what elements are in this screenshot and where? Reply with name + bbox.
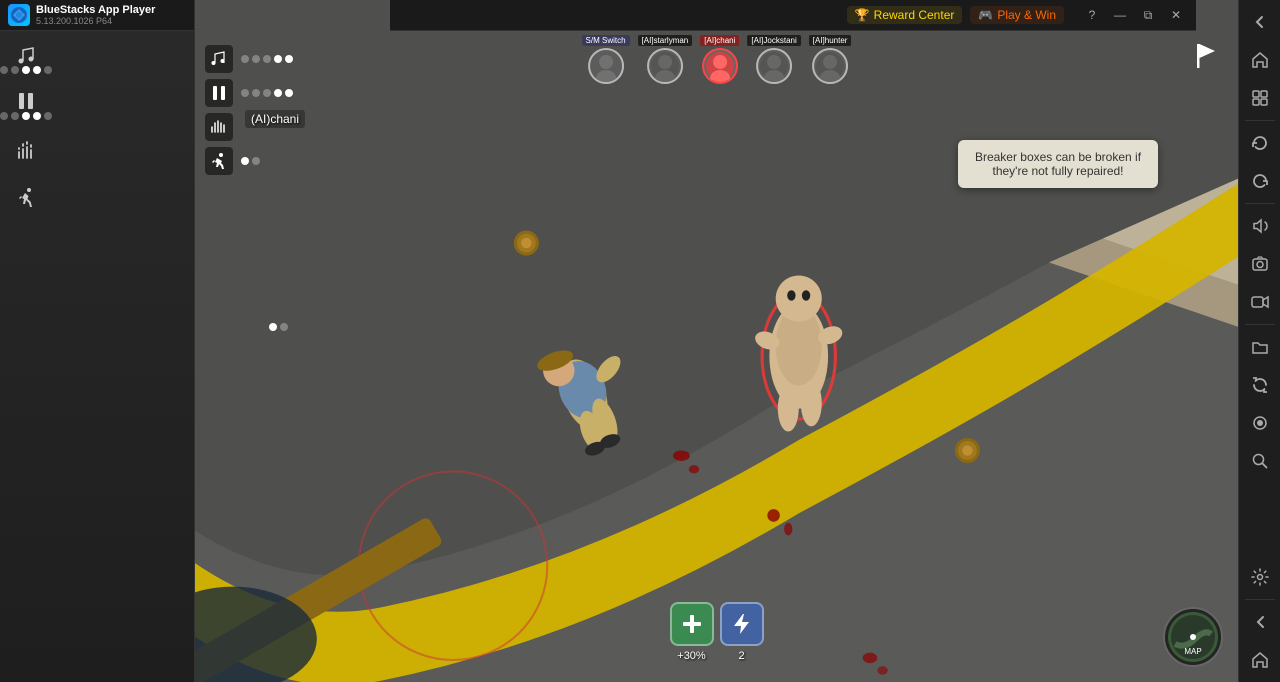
left-sidebar: BlueStacks App Player 5.13.200.1026 P64 [0, 0, 195, 682]
close-button[interactable]: ✕ [1164, 5, 1188, 25]
left-title-bar: BlueStacks App Player 5.13.200.1026 P64 [0, 0, 194, 31]
settings-button[interactable] [1242, 559, 1278, 595]
divider-2 [1245, 203, 1275, 204]
divider [1245, 120, 1275, 121]
help-button[interactable]: ? [1080, 5, 1104, 25]
run-button[interactable] [4, 175, 48, 219]
pause-dots [0, 112, 52, 120]
bluestacks-logo [8, 4, 30, 26]
nav-back-button[interactable] [1242, 4, 1278, 40]
app-version: 5.13.200.1026 P64 [36, 16, 155, 26]
dot [44, 66, 52, 74]
app-container: BlueStacks App Player 5.13.200.1026 P64 [0, 0, 1280, 682]
you-dots [269, 323, 288, 331]
reward-center-button[interactable]: 🏆 Reward Center [847, 6, 963, 24]
app-name: BlueStacks App Player 5.13.200.1026 P64 [36, 4, 155, 26]
dot [33, 66, 41, 74]
dot [44, 112, 52, 120]
pause-button[interactable] [4, 83, 48, 127]
play-win-button[interactable]: 🎮 Play & Win [970, 6, 1064, 24]
minimize-button[interactable]: — [1108, 5, 1132, 25]
search-button[interactable] [1242, 443, 1278, 479]
you-dot-active [269, 323, 277, 331]
play-win-label: Play & Win [997, 8, 1056, 22]
volume-button[interactable] [1242, 208, 1278, 244]
camera-record-button[interactable] [1242, 284, 1278, 320]
main-title-bar: 🏆 Reward Center 🎮 Play & Win ? — ⧉ ✕ [390, 0, 1196, 31]
window-controls: ? — ⧉ ✕ [1080, 5, 1188, 25]
macro-button[interactable] [1242, 405, 1278, 441]
rotate-left-button[interactable] [1242, 125, 1278, 161]
home-house-button[interactable] [1242, 642, 1278, 678]
dot [11, 66, 19, 74]
right-sidebar [1238, 0, 1280, 682]
app-title: BlueStacks App Player [36, 4, 155, 16]
reward-center-label: Reward Center [874, 8, 955, 22]
back-arrow-button[interactable] [1242, 604, 1278, 640]
folder-button[interactable] [1242, 329, 1278, 365]
dot [22, 112, 30, 120]
music-button[interactable] [4, 37, 48, 81]
gesture-button[interactable] [4, 129, 48, 173]
dot [0, 66, 8, 74]
divider-3 [1245, 324, 1275, 325]
left-nav [0, 31, 194, 225]
dot [33, 112, 41, 120]
play-win-icon: 🎮 [978, 8, 993, 22]
dot [0, 112, 8, 120]
restore-button[interactable]: ⧉ [1136, 5, 1160, 25]
nav-tabs-button[interactable] [1242, 80, 1278, 116]
reward-icon: 🏆 [855, 8, 870, 22]
music-dots [0, 66, 52, 74]
game-scene [195, 0, 1238, 682]
sync-button[interactable] [1242, 367, 1278, 403]
divider-4 [1245, 599, 1275, 600]
dot [22, 66, 30, 74]
rotate-right-button[interactable] [1242, 163, 1278, 199]
nav-home-button[interactable] [1242, 42, 1278, 78]
you-dot-inactive [280, 323, 288, 331]
game-area: 🏆 Reward Center 🎮 Play & Win ? — ⧉ ✕ [195, 0, 1238, 682]
screenshot-button[interactable] [1242, 246, 1278, 282]
dot [11, 112, 19, 120]
